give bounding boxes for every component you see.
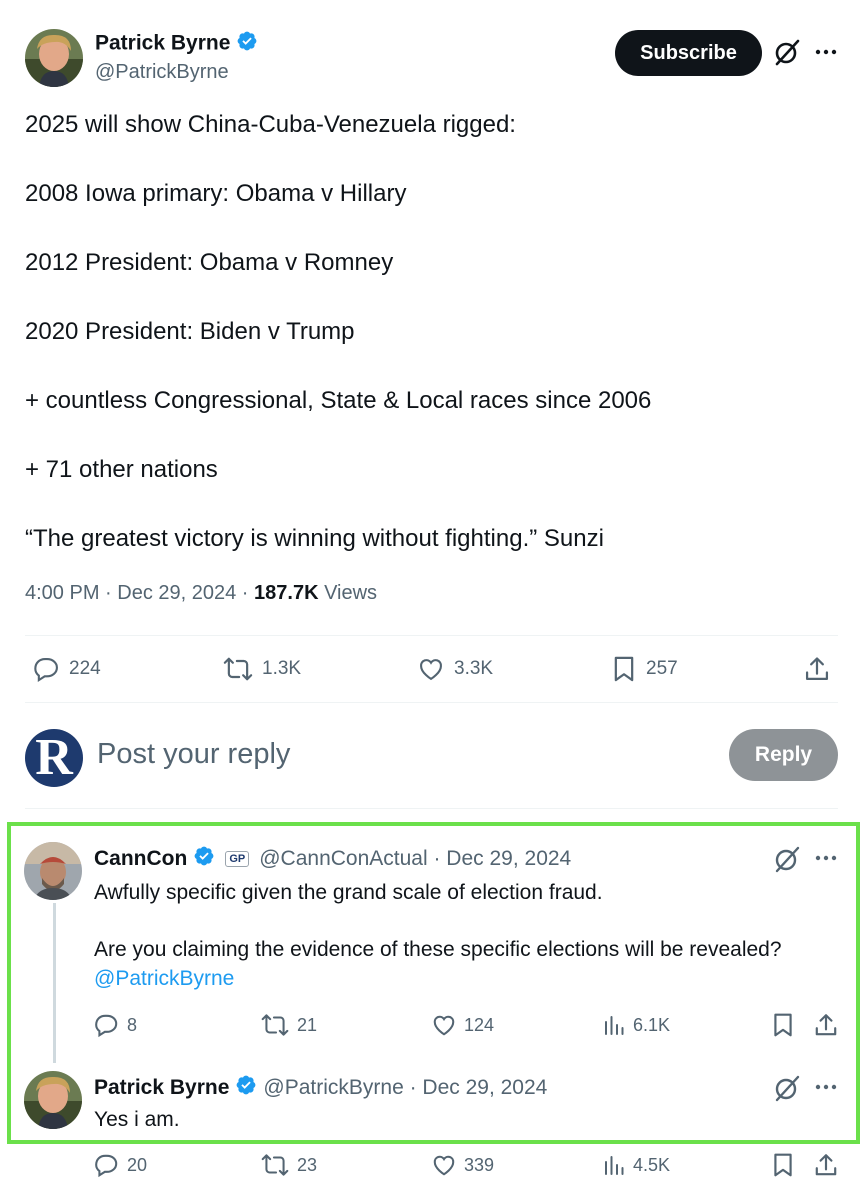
share-icon[interactable] [813, 1152, 839, 1178]
thread-line [53, 903, 56, 1063]
repost-count: 21 [297, 1014, 318, 1035]
repost-action[interactable]: 1.3K [222, 655, 301, 683]
like-action[interactable]: 339 [431, 1152, 494, 1178]
reply-button[interactable]: Reply [729, 729, 838, 781]
reply-icon [94, 1012, 120, 1038]
reply-input[interactable]: Post your reply [97, 738, 290, 771]
reply-header: Patrick Byrne @PatrickByrne · Dec 29, 20… [94, 1074, 547, 1102]
repost-count: 23 [297, 1154, 318, 1175]
views-count: 4.5K [633, 1154, 671, 1175]
tweet-line: 2020 President: Biden v Trump [25, 318, 355, 345]
reply-count: 224 [69, 658, 101, 679]
like-count: 339 [464, 1154, 495, 1175]
views-action[interactable]: 4.5K [602, 1152, 670, 1178]
grok-icon[interactable] [774, 38, 800, 66]
views-icon [602, 1152, 626, 1178]
views-count: 6.1K [633, 1014, 671, 1035]
divider [25, 702, 838, 703]
tweet-text: 2025 will show China-Cuba-Venezuela rigg… [25, 108, 835, 591]
bookmark-icon [610, 655, 638, 683]
tweet-meta: 4:00 PM · Dec 29, 2024 · 187.7K Views [25, 582, 377, 605]
repost-icon [222, 655, 254, 683]
reply-text: Yes i am. [94, 1108, 180, 1131]
tweet-line: + 71 other nations [25, 456, 218, 483]
reply-line: Awfully specific given the grand scale o… [94, 881, 603, 904]
tweet-line: 2008 Iowa primary: Obama v Hillary [25, 180, 407, 207]
repost-count: 1.3K [262, 658, 302, 679]
views-count: 187.7K [254, 582, 319, 604]
reply-count: 8 [127, 1014, 138, 1035]
verified-icon [236, 30, 258, 58]
like-count: 124 [464, 1014, 495, 1035]
views-action[interactable]: 6.1K [602, 1012, 670, 1038]
more-icon[interactable] [814, 846, 838, 870]
like-icon [431, 1012, 457, 1038]
reply-action[interactable]: 20 [94, 1152, 147, 1178]
reply-author-name[interactable]: CannCon [94, 847, 187, 871]
reply-icon [33, 655, 61, 683]
verified-icon [235, 1074, 257, 1102]
author-handle[interactable]: @PatrickByrne [95, 61, 229, 84]
like-count: 3.3K [454, 658, 494, 679]
author-name-text[interactable]: Patrick Byrne [95, 32, 230, 55]
bookmark-count: 257 [646, 658, 678, 679]
reply-author-name[interactable]: Patrick Byrne [94, 1076, 229, 1100]
like-icon [416, 655, 446, 683]
share-icon[interactable] [813, 1012, 839, 1038]
bookmark-action[interactable]: 257 [610, 655, 678, 683]
views-label: Views [318, 582, 378, 604]
tweet-line: 2012 President: Obama v Romney [25, 249, 394, 276]
share-icon [803, 655, 831, 683]
author-avatar[interactable] [25, 29, 83, 87]
share-action[interactable] [803, 655, 831, 683]
repost-action[interactable]: 23 [260, 1152, 317, 1178]
reply-count: 20 [127, 1154, 148, 1175]
reply-icon [94, 1152, 120, 1178]
reply-action[interactable]: 8 [94, 1012, 137, 1038]
reply-header: CannCon GP @CannConActual · Dec 29, 2024 [94, 845, 571, 873]
verified-icon [193, 845, 215, 873]
reply-handle-date[interactable]: @CannConActual · Dec 29, 2024 [259, 847, 571, 871]
reply-handle-date[interactable]: @PatrickByrne · Dec 29, 2024 [263, 1076, 547, 1100]
tweet-line: “The greatest victory is winning without… [25, 525, 604, 552]
tweet-line: + countless Congressional, State & Local… [25, 387, 652, 414]
bookmark-icon[interactable] [770, 1152, 796, 1178]
like-action[interactable]: 124 [431, 1012, 494, 1038]
author-name[interactable]: Patrick Byrne [95, 30, 258, 58]
bookmark-icon[interactable] [770, 1012, 796, 1038]
like-action[interactable]: 3.3K [416, 655, 493, 683]
tweet-line: 2025 will show China-Cuba-Venezuela rigg… [25, 111, 516, 138]
views-icon [602, 1012, 626, 1038]
reply-text: Awfully specific given the grand scale o… [94, 878, 834, 993]
tweet-timestamp[interactable]: 4:00 PM · Dec 29, 2024 · [25, 582, 254, 604]
divider [25, 808, 838, 809]
more-icon[interactable] [814, 1075, 838, 1099]
repost-icon [260, 1152, 290, 1178]
divider [25, 635, 838, 636]
repost-icon [260, 1012, 290, 1038]
grok-icon[interactable] [774, 845, 800, 873]
cancon-avatar[interactable] [24, 842, 82, 900]
reply-action[interactable]: 224 [33, 655, 101, 683]
subscribe-button[interactable]: Subscribe [615, 30, 762, 76]
reply-line: Are you claiming the evidence of these s… [94, 938, 782, 961]
repost-action[interactable]: 21 [260, 1012, 317, 1038]
like-icon [431, 1152, 457, 1178]
my-avatar[interactable]: R [25, 729, 83, 787]
author-avatar[interactable] [24, 1071, 82, 1129]
mention-link[interactable]: @PatrickByrne [94, 964, 834, 993]
grok-icon[interactable] [774, 1074, 800, 1102]
avatar-letter: R [35, 729, 73, 786]
affiliate-badge[interactable]: GP [225, 851, 250, 867]
more-icon[interactable] [814, 40, 838, 64]
